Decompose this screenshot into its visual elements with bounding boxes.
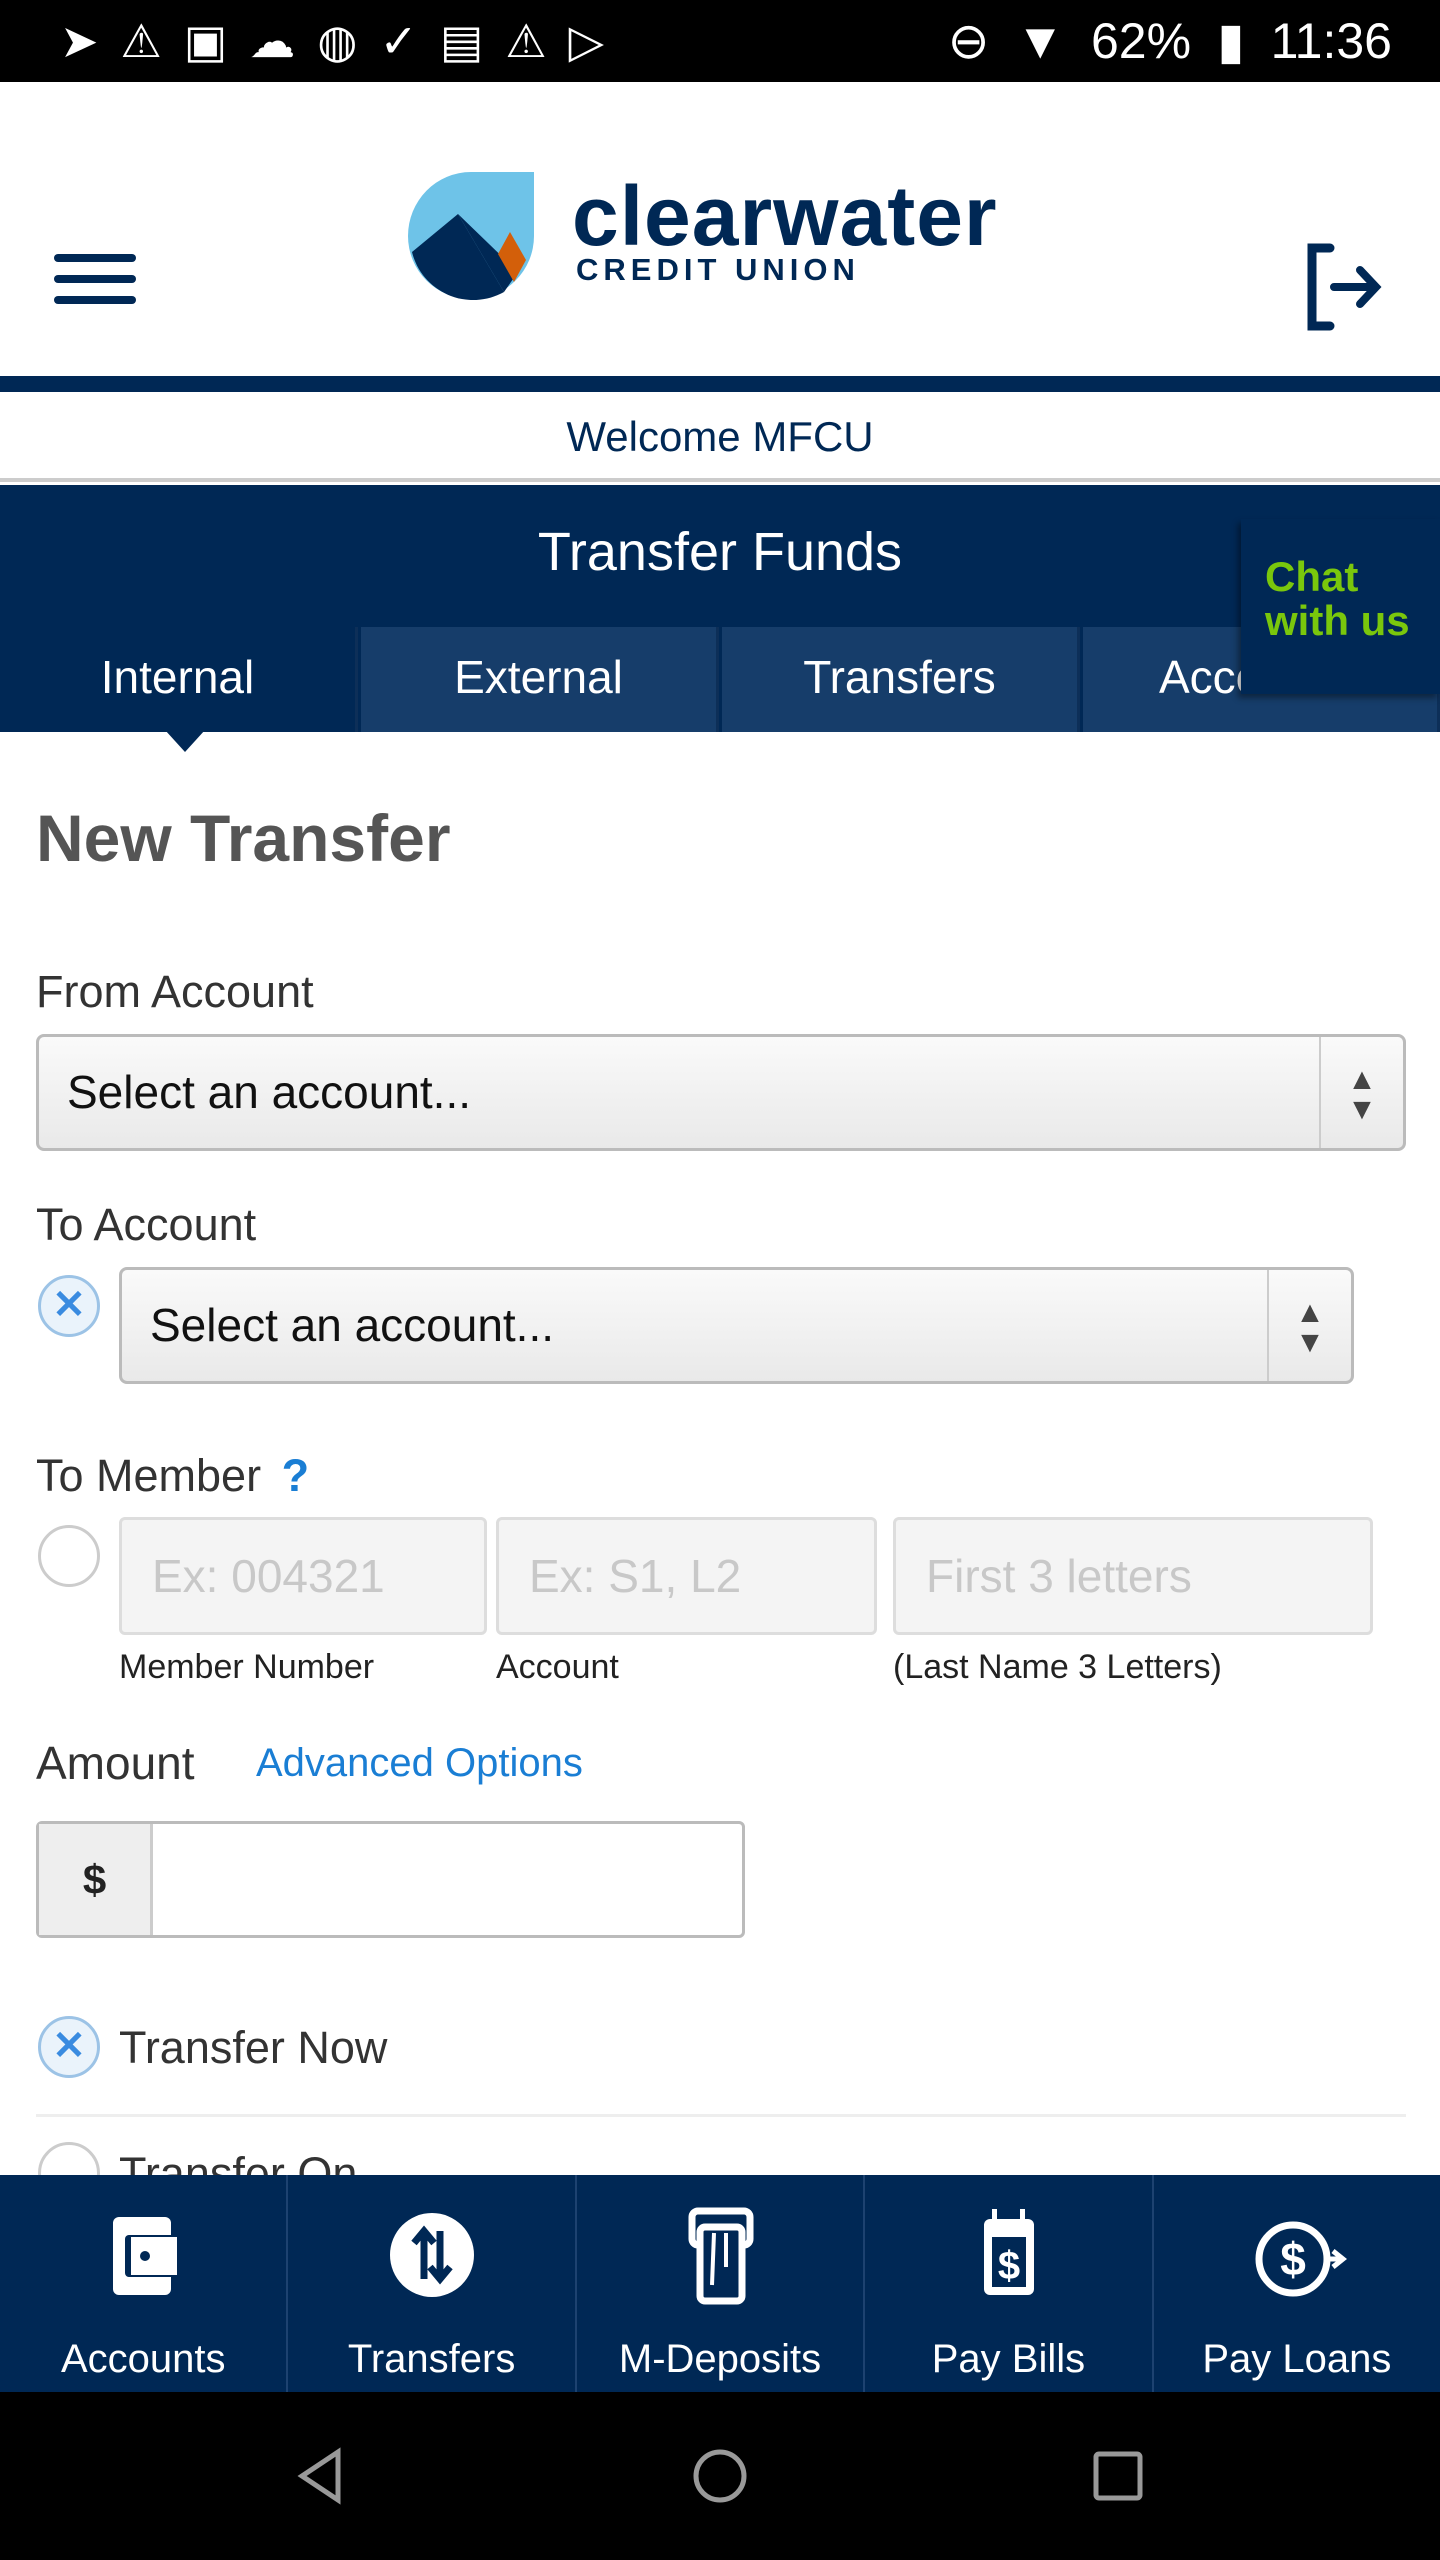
svg-text:$: $: [1280, 2233, 1306, 2285]
active-tab-caret: [165, 730, 205, 752]
nav-transfers[interactable]: Transfers: [288, 2175, 577, 2392]
nav-pay-loans[interactable]: $ Pay Loans: [1154, 2175, 1440, 2392]
check-deposit-icon: [688, 2207, 754, 2305]
to-member-radio[interactable]: [38, 1525, 100, 1587]
page-title: Transfer Funds: [537, 522, 903, 582]
amount-label: Amount: [36, 1737, 195, 1789]
amount-input[interactable]: $: [36, 1821, 745, 1938]
from-account-value: Select an account...: [67, 1066, 472, 1118]
transfer-now-label: Transfer Now: [119, 2022, 388, 2073]
welcome-message: Welcome MFCU: [0, 392, 1440, 482]
recents-icon[interactable]: [1088, 2446, 1148, 2506]
member-number-caption: Member Number: [119, 1648, 375, 1686]
nav-label: Pay Loans: [1202, 2337, 1392, 2381]
nav-accounts[interactable]: Accounts: [0, 2175, 289, 2392]
hamburger-icon[interactable]: [54, 254, 136, 304]
currency-addon: $: [39, 1824, 153, 1935]
member-account-input[interactable]: Ex: S1, L2: [496, 1517, 877, 1635]
notification-icons: ➤⚠▣☁◍✓▤⚠▷: [60, 15, 626, 67]
tab-internal[interactable]: Internal: [0, 627, 358, 732]
bottom-nav: Accounts Transfers M-Deposits $ Pay Bill…: [0, 2175, 1440, 2392]
select-arrows-icon: ▲ ▼: [1319, 1037, 1403, 1148]
logo: clearwater CREDIT UNION: [408, 169, 1048, 302]
chat-label: Chat: [1265, 553, 1359, 600]
to-account-label: To Account: [36, 1199, 257, 1250]
brand-name: clearwater: [572, 169, 998, 263]
clock: 11:36: [1270, 13, 1392, 69]
app-header: clearwater CREDIT UNION: [0, 82, 1440, 376]
to-account-value: Select an account...: [150, 1299, 555, 1351]
svg-text:$: $: [998, 2244, 1020, 2288]
divider: [36, 2114, 1406, 2117]
to-account-select[interactable]: Select an account... ▲ ▼: [119, 1267, 1354, 1384]
battery-percent: 62%: [1090, 13, 1192, 69]
transfer-funds-panel: Transfer Funds Internal External Transfe…: [0, 485, 1440, 732]
logo-mark-icon: [408, 172, 534, 300]
help-icon[interactable]: ?: [282, 1450, 310, 1501]
dnd-icon: ⊖: [947, 13, 990, 69]
nav-label: Transfers: [347, 2337, 516, 2381]
from-account-label: From Account: [36, 966, 314, 1017]
chat-label-2: with us: [1265, 597, 1410, 644]
nav-m-deposits[interactable]: M-Deposits: [577, 2175, 866, 2392]
select-arrows-icon: ▲ ▼: [1267, 1270, 1351, 1381]
to-member-text: To Member: [36, 1450, 262, 1501]
chat-with-us-button[interactable]: Chat with us: [1241, 519, 1440, 694]
advanced-options-link[interactable]: Advanced Options: [256, 1741, 583, 1786]
header-divider: [0, 376, 1440, 392]
to-account-radio[interactable]: ✕: [38, 1275, 100, 1337]
nav-label: M-Deposits: [618, 2337, 822, 2381]
from-account-select[interactable]: Select an account... ▲ ▼: [36, 1034, 1406, 1151]
account-caption: Account: [496, 1648, 619, 1686]
calendar-dollar-icon: $: [984, 2209, 1035, 2295]
dollar-arrow-icon: $: [1255, 2221, 1347, 2297]
transfer-now-radio[interactable]: ✕: [38, 2016, 100, 2078]
battery-icon: ▮: [1217, 13, 1245, 69]
wallet-icon: [113, 2217, 178, 2295]
tab-external[interactable]: External: [361, 627, 719, 732]
home-icon[interactable]: [690, 2446, 750, 2506]
system-nav-bar: [0, 2392, 1440, 2560]
transfer-arrows-icon: [389, 2213, 474, 2297]
to-member-label: To Member ?: [36, 1450, 309, 1502]
back-icon[interactable]: [292, 2446, 352, 2506]
brand-subtitle: CREDIT UNION: [576, 252, 860, 287]
nav-label: Pay Bills: [931, 2337, 1086, 2381]
member-number-input[interactable]: Ex: 004321: [119, 1517, 487, 1635]
form-heading: New Transfer: [36, 801, 451, 875]
last-name-caption: (Last Name 3 Letters): [893, 1648, 1222, 1686]
logout-icon[interactable]: [1304, 242, 1384, 332]
wifi-icon: ▼: [1015, 13, 1065, 69]
status-bar: ➤⚠▣☁◍✓▤⚠▷ ⊖ ▼ 62% ▮ 11:36: [0, 0, 1440, 82]
nav-label: Accounts: [60, 2337, 226, 2381]
last-name-letters-input[interactable]: First 3 letters: [893, 1517, 1373, 1635]
tab-transfers[interactable]: Transfers: [722, 627, 1080, 732]
nav-pay-bills[interactable]: $ Pay Bills: [865, 2175, 1154, 2392]
